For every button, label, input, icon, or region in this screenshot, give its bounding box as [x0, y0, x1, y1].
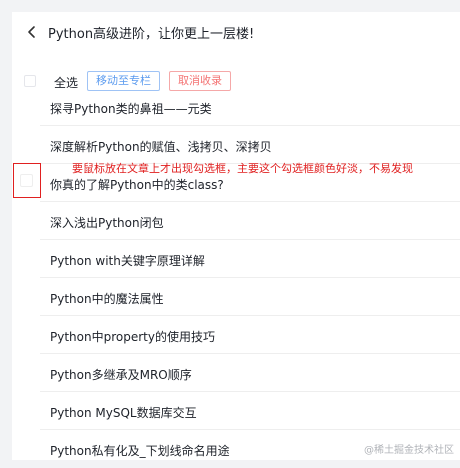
list-item[interactable]: 深度解析Python的赋值、浅拷贝、深拷贝: [40, 126, 460, 164]
article-title[interactable]: Python私有化及_下划线命名用途: [50, 442, 230, 459]
article-title[interactable]: 深入浅出Python闭包: [50, 214, 164, 231]
article-title[interactable]: 探寻Python类的鼻祖——元类: [50, 100, 212, 117]
article-title[interactable]: Python with关键字原理详解: [50, 252, 205, 269]
article-title[interactable]: 深度解析Python的赋值、浅拷贝、深拷贝: [50, 138, 272, 155]
annotation-text: 要鼠标放在文章上才出现勾选框，主要这个勾选框颜色好淡，不易发现: [72, 160, 413, 176]
list-item[interactable]: Python中的魔法属性: [40, 278, 460, 316]
collection-panel: Python高级进阶，让你更上一层楼! 全选 移动至专栏 取消收录 探寻Pyth…: [12, 12, 460, 460]
article-title[interactable]: 你真的了解Python中的类class?: [50, 176, 224, 193]
article-title[interactable]: Python中property的使用技巧: [50, 328, 215, 345]
list-item[interactable]: Python MySQL数据库交互: [40, 392, 460, 430]
article-title[interactable]: Python多继承及MRO顺序: [50, 366, 192, 383]
back-icon[interactable]: [24, 22, 40, 42]
header: Python高级进阶，让你更上一层楼!: [12, 12, 460, 54]
list-item[interactable]: Python多继承及MRO顺序: [40, 354, 460, 392]
page-title: Python高级进阶，让你更上一层楼!: [48, 23, 254, 42]
article-title[interactable]: Python MySQL数据库交互: [50, 404, 197, 421]
list-item[interactable]: Python中property的使用技巧: [40, 316, 460, 354]
list-item[interactable]: 深入浅出Python闭包: [40, 202, 460, 240]
annotation-highlight-box: [13, 163, 41, 198]
list-item[interactable]: Python with关键字原理详解: [40, 240, 460, 278]
list-item[interactable]: 探寻Python类的鼻祖——元类: [40, 88, 460, 126]
article-title[interactable]: Python中的魔法属性: [50, 290, 164, 307]
watermark: @稀土掘金技术社区: [364, 441, 454, 456]
select-all-checkbox[interactable]: [24, 75, 36, 87]
